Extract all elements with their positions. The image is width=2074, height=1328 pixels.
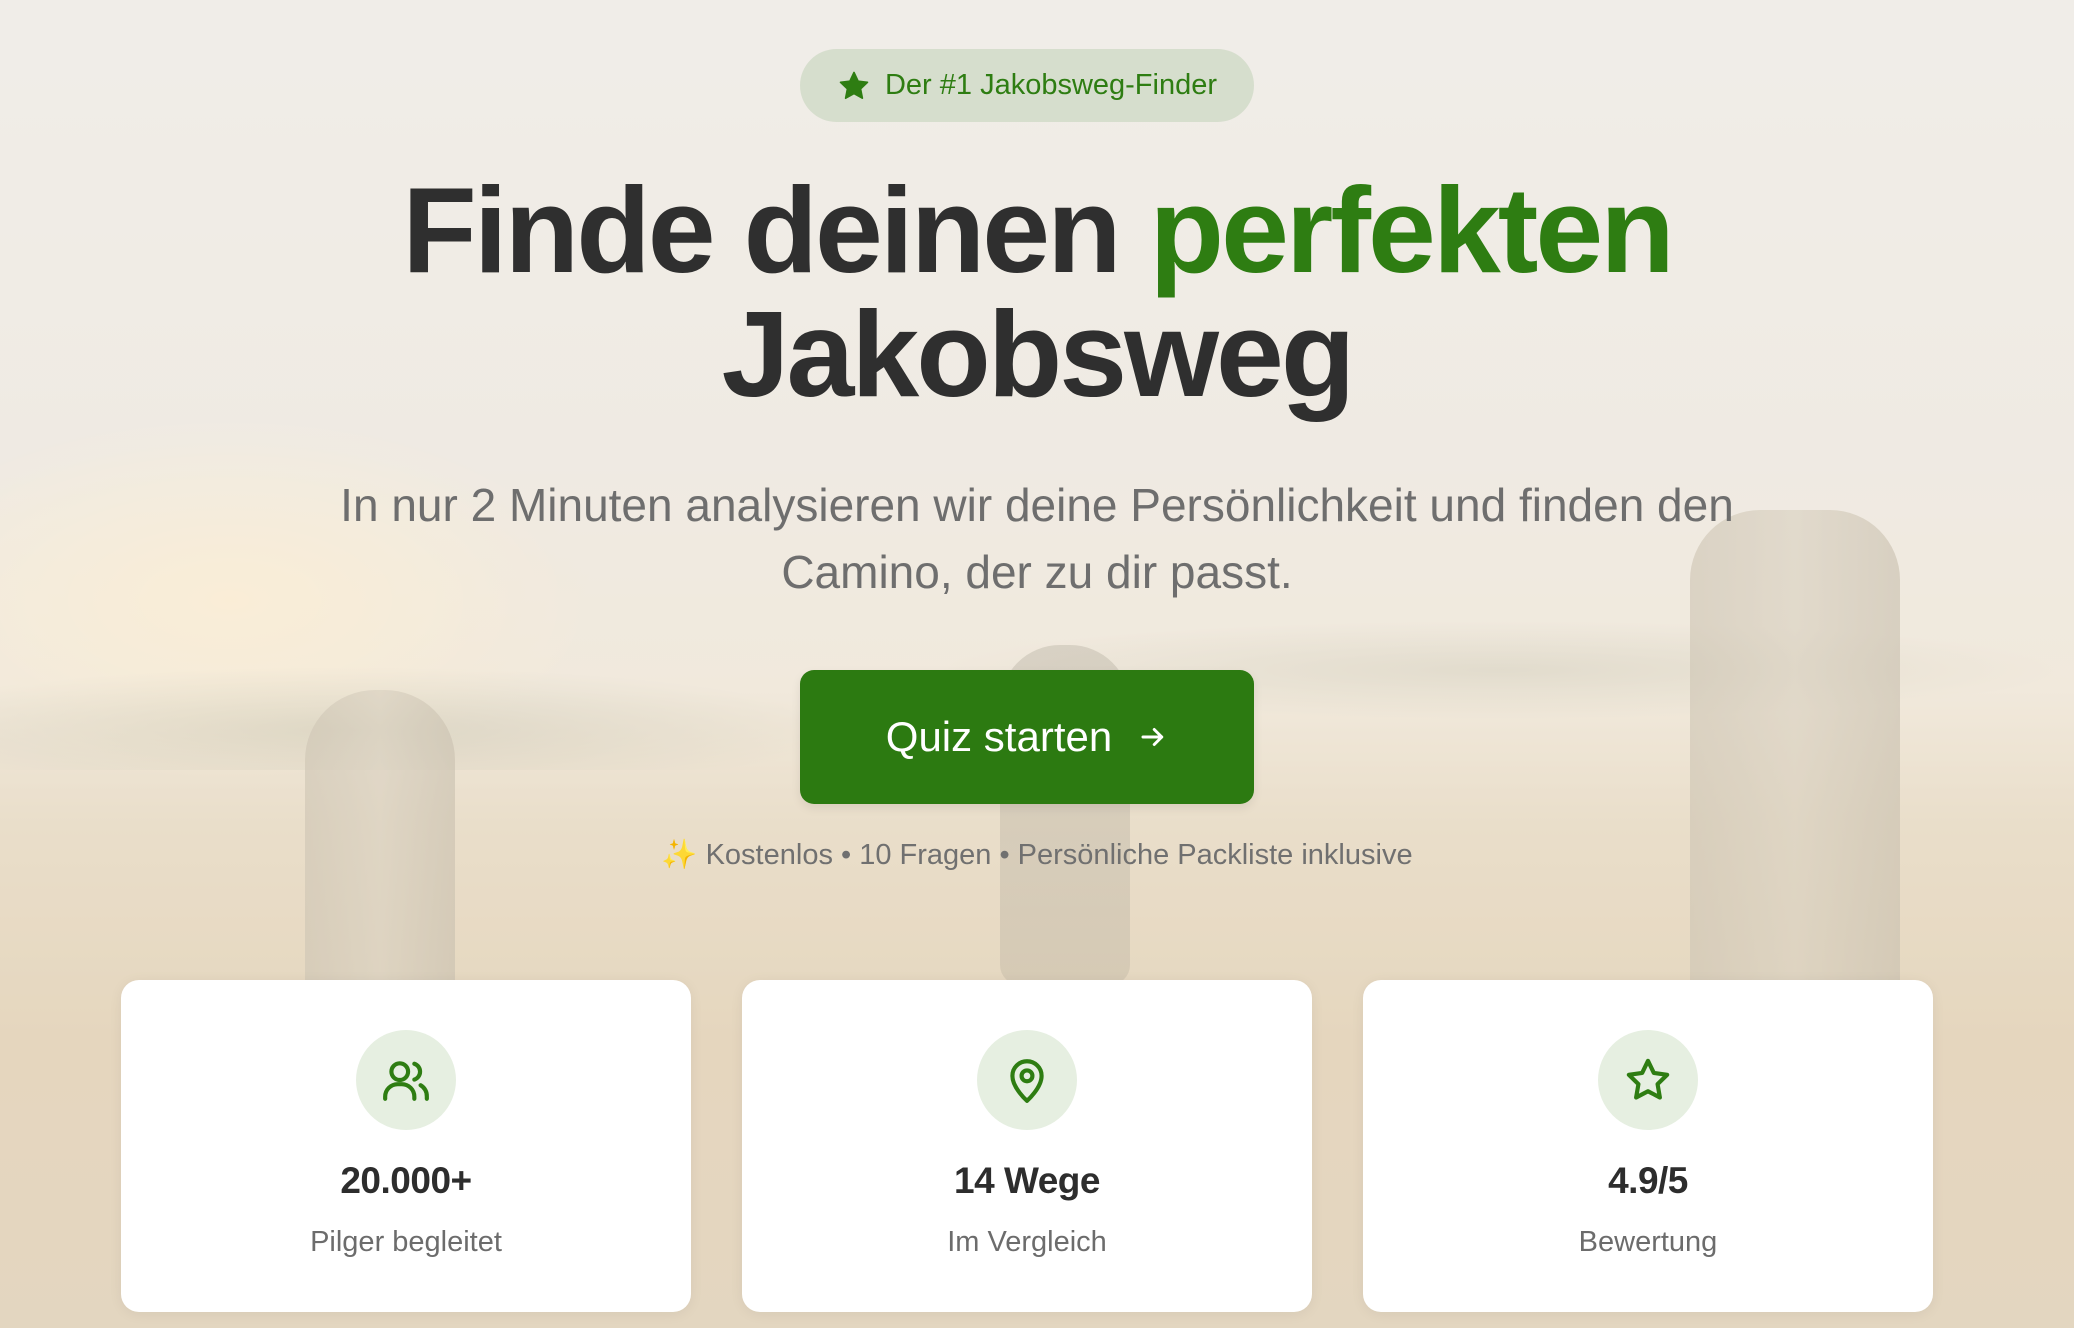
stat-label: Im Vergleich bbox=[947, 1226, 1107, 1258]
stat-icon-circle bbox=[356, 1030, 456, 1130]
stat-label: Pilger begleitet bbox=[310, 1226, 502, 1258]
stat-icon-circle bbox=[1598, 1030, 1698, 1130]
hero-title-accent: perfekten bbox=[1149, 162, 1675, 298]
users-icon bbox=[383, 1061, 429, 1101]
stat-value: 14 Wege bbox=[954, 1160, 1100, 1201]
hero-subtitle: In nur 2 Minuten analysieren wir deine P… bbox=[340, 479, 1734, 598]
quiz-start-label: Quiz starten bbox=[885, 713, 1113, 760]
stat-value: 4.9/5 bbox=[1608, 1160, 1688, 1201]
hero-badge-text: Der #1 Jakobsweg-Finder bbox=[884, 69, 1218, 101]
quiz-start-button[interactable]: Quiz starten bbox=[800, 670, 1254, 804]
stat-icon-circle bbox=[977, 1030, 1077, 1130]
hero-note: ✨ Kostenlos • 10 Fragen • Persönliche Pa… bbox=[661, 839, 1413, 871]
hero-title-part2: Jakobsweg bbox=[721, 286, 1356, 422]
stat-card-pilgrims: 20.000+ Pilger begleitet bbox=[121, 980, 691, 1312]
stat-value: 20.000+ bbox=[340, 1160, 472, 1201]
map-pin-icon bbox=[1010, 1059, 1044, 1103]
arrow-right-icon bbox=[1141, 728, 1164, 746]
stat-card-routes: 14 Wege Im Vergleich bbox=[742, 980, 1312, 1312]
hero-title-part1: Finde deinen bbox=[402, 162, 1150, 298]
hero-title: Finde deinen perfekten Jakobsweg bbox=[0, 168, 2074, 416]
star-filled-icon bbox=[839, 71, 869, 99]
star-outline-icon bbox=[1626, 1058, 1670, 1100]
hero-badge: Der #1 Jakobsweg-Finder bbox=[800, 49, 1254, 122]
stat-label: Bewertung bbox=[1578, 1226, 1718, 1258]
stat-card-rating: 4.9/5 Bewertung bbox=[1363, 980, 1933, 1312]
